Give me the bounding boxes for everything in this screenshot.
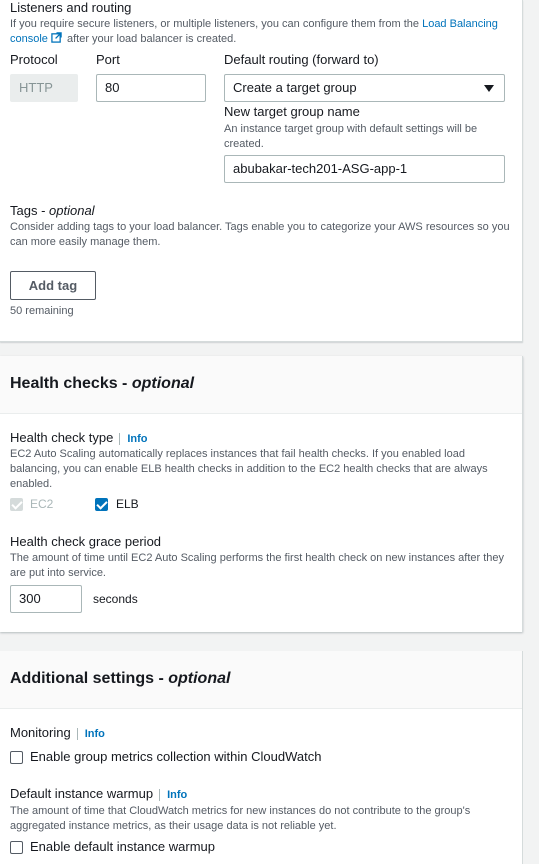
health-checks-title: Health checks - optional — [10, 375, 195, 392]
tags-label: Tags - optional — [10, 203, 95, 218]
grace-period-desc: The amount of time until EC2 Auto Scalin… — [10, 552, 505, 579]
additional-settings-title: Additional settings - optional — [10, 670, 231, 687]
default-routing-value: Create a target group — [233, 80, 357, 95]
caret-down-icon — [484, 85, 494, 92]
health-checks-header: Health checks - optional — [0, 356, 522, 414]
protocol-field: HTTP — [10, 74, 78, 102]
external-link-icon — [51, 32, 62, 43]
additional-settings-panel: Additional settings - optional Monitorin… — [0, 651, 523, 864]
elb-checkbox[interactable] — [95, 498, 108, 511]
target-group-name-input[interactable]: abubakar-tech201-ASG-app-1 — [224, 155, 505, 183]
listeners-desc: If you require secure listeners, or mult… — [10, 18, 498, 45]
monitoring-info-link[interactable]: Info — [76, 728, 105, 740]
monitoring-label: Monitoring Info — [10, 725, 105, 740]
elb-checkbox-label[interactable]: ELB — [116, 497, 139, 511]
tags-desc: Consider adding tags to your load balanc… — [10, 221, 510, 248]
default-instance-warmup-label: Default instance warmup Info — [10, 786, 188, 801]
tags-remaining: 50 remaining — [10, 305, 74, 317]
default-routing-label: Default routing (forward to) — [224, 52, 379, 67]
ec2-checkbox — [10, 498, 23, 511]
target-group-name-desc: An instance target group with default se… — [224, 123, 478, 150]
default-instance-warmup-desc: The amount of time that CloudWatch metri… — [10, 805, 471, 832]
health-check-type-info-link[interactable]: Info — [119, 433, 148, 445]
tags-optional: optional — [49, 203, 95, 218]
add-tag-button[interactable]: Add tag — [10, 271, 96, 300]
target-group-name-label: New target group name — [224, 104, 360, 119]
port-label: Port — [96, 52, 120, 67]
group-metrics-checkbox[interactable] — [10, 751, 23, 764]
protocol-label: Protocol — [10, 52, 58, 67]
group-metrics-label[interactable]: Enable group metrics collection within C… — [30, 749, 321, 764]
health-check-type-desc: EC2 Auto Scaling automatically replaces … — [10, 448, 488, 490]
health-checks-panel: Health checks - optional Health check ty… — [0, 356, 523, 632]
load-balancer-panel: Listeners and routing If you require sec… — [0, 0, 523, 342]
default-routing-select[interactable]: Create a target group — [224, 74, 505, 102]
default-instance-warmup-checkbox-label[interactable]: Enable default instance warmup — [30, 839, 215, 854]
warmup-info-link[interactable]: Info — [159, 789, 188, 801]
grace-period-label: Health check grace period — [10, 534, 162, 549]
default-instance-warmup-checkbox[interactable] — [10, 841, 23, 854]
grace-period-unit: seconds — [93, 592, 138, 606]
grace-period-input[interactable]: 300 — [10, 585, 82, 613]
listeners-routing-heading: Listeners and routing — [10, 0, 132, 15]
additional-settings-header: Additional settings - optional — [0, 651, 522, 709]
health-check-type-label: Health check type Info — [10, 430, 148, 445]
ec2-checkbox-label: EC2 — [30, 497, 54, 511]
port-input[interactable]: 80 — [96, 74, 206, 102]
